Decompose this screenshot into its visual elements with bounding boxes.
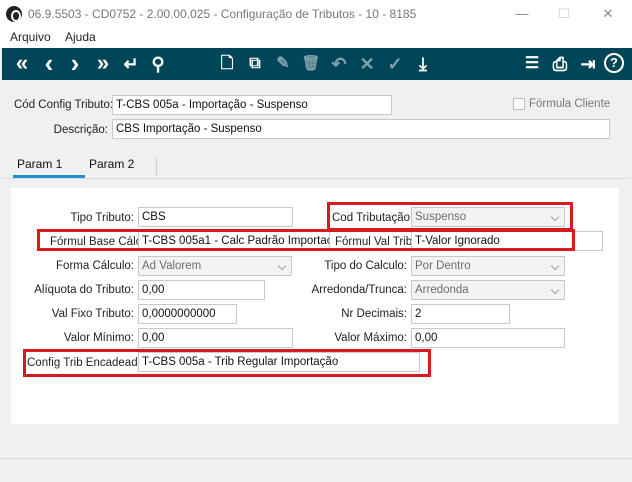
enter-icon[interactable]: ↵ (118, 50, 144, 78)
tab-separator (156, 158, 157, 176)
help-icon[interactable]: ? (604, 53, 624, 73)
confirm-icon[interactable]: ✓ (382, 50, 408, 78)
tab-param-2[interactable]: Param 2 (89, 157, 134, 171)
minimize-button[interactable]: — (512, 6, 532, 22)
highlight-box-formulas (37, 229, 575, 251)
menu-ajuda[interactable]: Ajuda (65, 30, 96, 44)
valor-minimo-field[interactable]: 0,00 (138, 328, 293, 348)
undo-icon[interactable]: ↶ (326, 50, 352, 78)
descricao-field[interactable]: CBS Importação - Suspenso (112, 119, 610, 139)
descricao-label: Descrição: (53, 124, 108, 136)
formula-cliente-label: Fórmula Cliente (529, 98, 611, 110)
last-record-icon[interactable]: » (90, 50, 116, 78)
highlight-box-config-encadeada (23, 349, 431, 377)
valor-maximo-field[interactable]: 0,00 (411, 328, 565, 348)
forma-calculo-select[interactable]: Ad Valorem (138, 256, 292, 276)
forma-calculo-label: Forma Cálculo: (56, 260, 134, 272)
nr-decimais-field[interactable]: 2 (411, 304, 510, 324)
window-title: 06.9.5503 - CD0752 - 2.00.00.025 - Confi… (28, 7, 417, 21)
print-icon[interactable]: ⎙ (547, 50, 573, 78)
formula-cliente-checkbox[interactable] (513, 98, 525, 110)
aliquota-label: Alíquota do Tributo: (34, 284, 134, 296)
copy-icon[interactable]: ⧉ (242, 50, 268, 78)
new-document-icon[interactable]: 🗋 (214, 50, 240, 78)
tipo-calculo-label: Tipo do Calculo: (324, 260, 407, 272)
tab-divider (2, 178, 630, 179)
cod-config-field[interactable]: T-CBS 005a - Importação - Suspenso (112, 95, 392, 115)
highlight-box-cod-tributacao (327, 202, 573, 231)
first-record-icon[interactable]: « (9, 50, 35, 78)
download-icon[interactable]: ⤓ (410, 50, 436, 78)
nr-decimais-label: Nr Decimais: (341, 308, 407, 320)
close-button[interactable]: ✕ (598, 6, 618, 22)
edit-icon[interactable]: ✎ (270, 50, 296, 78)
toolbar: « ‹ › » ↵ ⚲ 🗋 ⧉ ✎ 🗑 ↶ ✕ ✓ ⤓ ☰ ⎙ ⇥ ? (2, 48, 632, 80)
previous-record-icon[interactable]: ‹ (36, 50, 62, 78)
val-fixo-label: Val Fixo Tributo: (51, 308, 134, 320)
val-fixo-field[interactable]: 0,0000000000 (138, 304, 237, 324)
cod-config-label: Cód Config Tributo: (14, 99, 114, 111)
status-bar (2, 458, 630, 480)
valor-maximo-label: Valor Máximo: (334, 332, 407, 344)
tree-icon[interactable]: ☰ (519, 50, 545, 78)
app-logo-icon (6, 6, 22, 22)
exit-icon[interactable]: ⇥ (575, 50, 601, 78)
next-record-icon[interactable]: › (62, 50, 88, 78)
tipo-calculo-select[interactable]: Por Dentro (411, 256, 565, 276)
menu-arquivo[interactable]: Arquivo (10, 30, 51, 44)
arredonda-label: Arredonda/Trunca: (311, 284, 407, 296)
maximize-button[interactable]: ☐ (554, 6, 574, 22)
tab-param-1[interactable]: Param 1 (17, 157, 62, 171)
cancel-icon[interactable]: ✕ (354, 50, 380, 78)
valor-minimo-label: Valor Mínimo: (63, 332, 134, 344)
tipo-tributo-label: Tipo Tributo: (70, 212, 135, 224)
aliquota-field[interactable]: 0,00 (138, 280, 265, 300)
arredonda-select[interactable]: Arredonda (411, 280, 565, 300)
search-icon[interactable]: ⚲ (145, 50, 171, 78)
tipo-tributo-field[interactable]: CBS (138, 207, 293, 227)
delete-icon[interactable]: 🗑 (298, 50, 324, 78)
